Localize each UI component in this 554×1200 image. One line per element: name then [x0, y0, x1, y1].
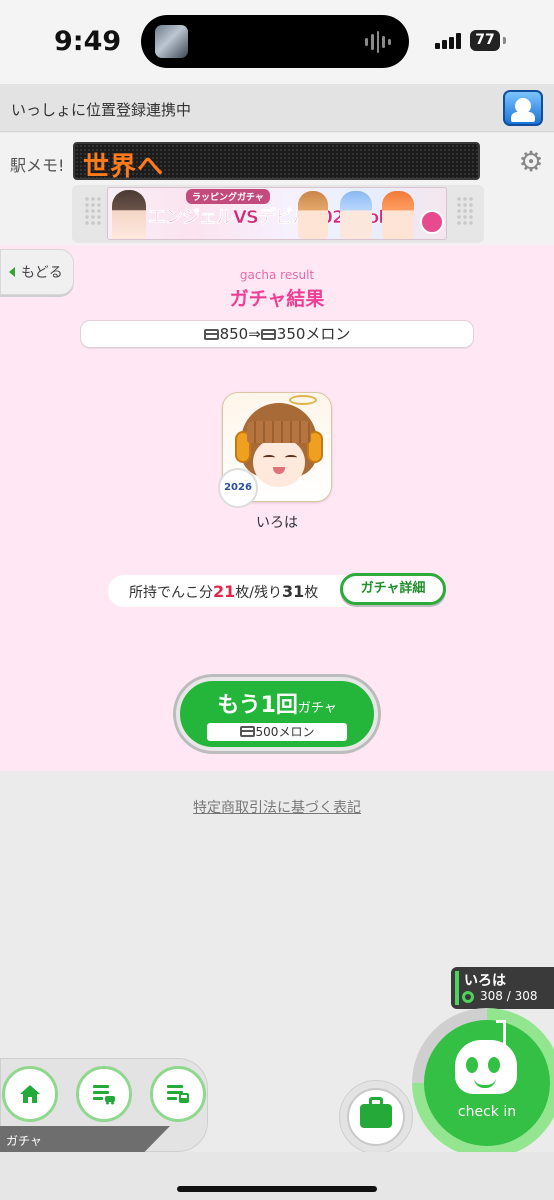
banner-character-image	[382, 191, 414, 239]
banner-character-image	[340, 191, 372, 239]
status-bar: 9:49 77	[0, 0, 554, 84]
news-ticker[interactable]: 世界へ	[73, 142, 480, 182]
battery-tip	[503, 37, 506, 44]
remaining-count: 31	[281, 582, 305, 601]
character-eye	[263, 455, 275, 460]
character-eye	[285, 455, 297, 460]
owned-suffix: 枚	[304, 585, 319, 601]
gear-icon[interactable]: ⚙	[517, 148, 545, 176]
now-playing-thumbnail	[155, 25, 188, 58]
gacha-again-button[interactable]: もう1回ガチャ 500メロン	[176, 677, 378, 751]
list-car-icon	[93, 1085, 115, 1105]
owned-count: 21	[213, 582, 236, 601]
app-logo: 駅メモ!	[10, 156, 65, 175]
nav-list-train-button[interactable]	[150, 1066, 206, 1122]
battery-icon: 77	[470, 30, 500, 51]
page-title: ガチャ結果	[229, 288, 325, 310]
clock: 9:49	[54, 26, 122, 57]
again-price-value: 500	[255, 725, 279, 739]
melon-card-icon	[239, 726, 255, 737]
partner-app-icon[interactable]	[503, 90, 543, 126]
bottom-safe-area	[0, 1152, 554, 1200]
banner-character-image	[112, 190, 146, 239]
gacha-detail-button[interactable]: ガチャ詳細	[340, 573, 446, 605]
list-train-icon	[167, 1085, 189, 1103]
mascot-eye	[488, 1057, 500, 1073]
ticker-text: 世界へ	[83, 152, 165, 182]
nav-home-button[interactable]	[2, 1066, 58, 1122]
location-sync-text: いっしょに位置登録連携中	[11, 101, 192, 119]
signal-icon	[435, 33, 461, 49]
home-indicator[interactable]	[177, 1186, 377, 1192]
again-price-unit: メロン	[278, 725, 315, 739]
character-face	[253, 439, 305, 487]
banner-next-dots	[456, 196, 474, 226]
audio-wave-icon	[365, 31, 391, 53]
result-subtitle: gacha result	[239, 268, 315, 282]
home-icon	[20, 1085, 40, 1103]
owned-count-text: 所持でんこ分21枚/残り31枚	[129, 582, 318, 602]
gacha-again-main: もう1回	[217, 693, 298, 718]
gacha-again-price: 500メロン	[207, 723, 347, 741]
current-tab-label: ガチャ	[6, 1134, 42, 1148]
owned-middle: 枚/残り	[235, 585, 282, 601]
cost-after: 350	[276, 325, 306, 343]
halo-icon	[289, 395, 317, 405]
gacha-again-sub: ガチャ	[297, 701, 337, 716]
banner-tag: ラッピングガチャ	[186, 189, 270, 204]
status-stripe	[455, 971, 459, 1005]
dynamic-island	[141, 15, 409, 68]
year-badge: 2026	[218, 468, 258, 508]
hp-sep: /	[506, 989, 511, 1003]
gacha-again-label: もう1回ガチャ	[180, 687, 374, 719]
character-name: いろは	[256, 515, 298, 531]
nav-list-car-button[interactable]	[76, 1066, 132, 1122]
cost-before: 850	[219, 325, 249, 343]
checkin-label: check in	[457, 1104, 517, 1120]
hp-current: 308	[480, 989, 503, 1003]
location-sync-bar[interactable]: いっしょに位置登録連携中	[0, 84, 554, 132]
cost-unit: メロン	[305, 325, 351, 343]
hp-readout: 308 / 308	[480, 989, 538, 1003]
commercial-law-link[interactable]: 特定商取引法に基づく表記	[0, 797, 554, 817]
melon-card-icon	[203, 329, 219, 340]
cost-arrow: ⇒	[248, 325, 261, 343]
character-bangs	[247, 421, 311, 443]
briefcase-icon	[360, 1104, 392, 1128]
banner-emblem-icon	[420, 210, 444, 234]
melon-card-icon	[260, 329, 276, 340]
melon-cost-bar: 850⇒ 350メロン	[80, 320, 474, 348]
hp-ring-icon	[462, 991, 474, 1003]
owned-prefix: 所持でんこ分	[129, 585, 213, 601]
gacha-banner[interactable]: ラッピングガチャ エンジェルVSデビル2026Vol.2	[107, 187, 447, 240]
banner-character-image	[298, 191, 328, 239]
mascot-eye	[466, 1057, 478, 1073]
banner-prev-dots	[84, 196, 102, 226]
hp-max: 308	[514, 989, 538, 1003]
partner-name: いろは	[464, 973, 506, 989]
